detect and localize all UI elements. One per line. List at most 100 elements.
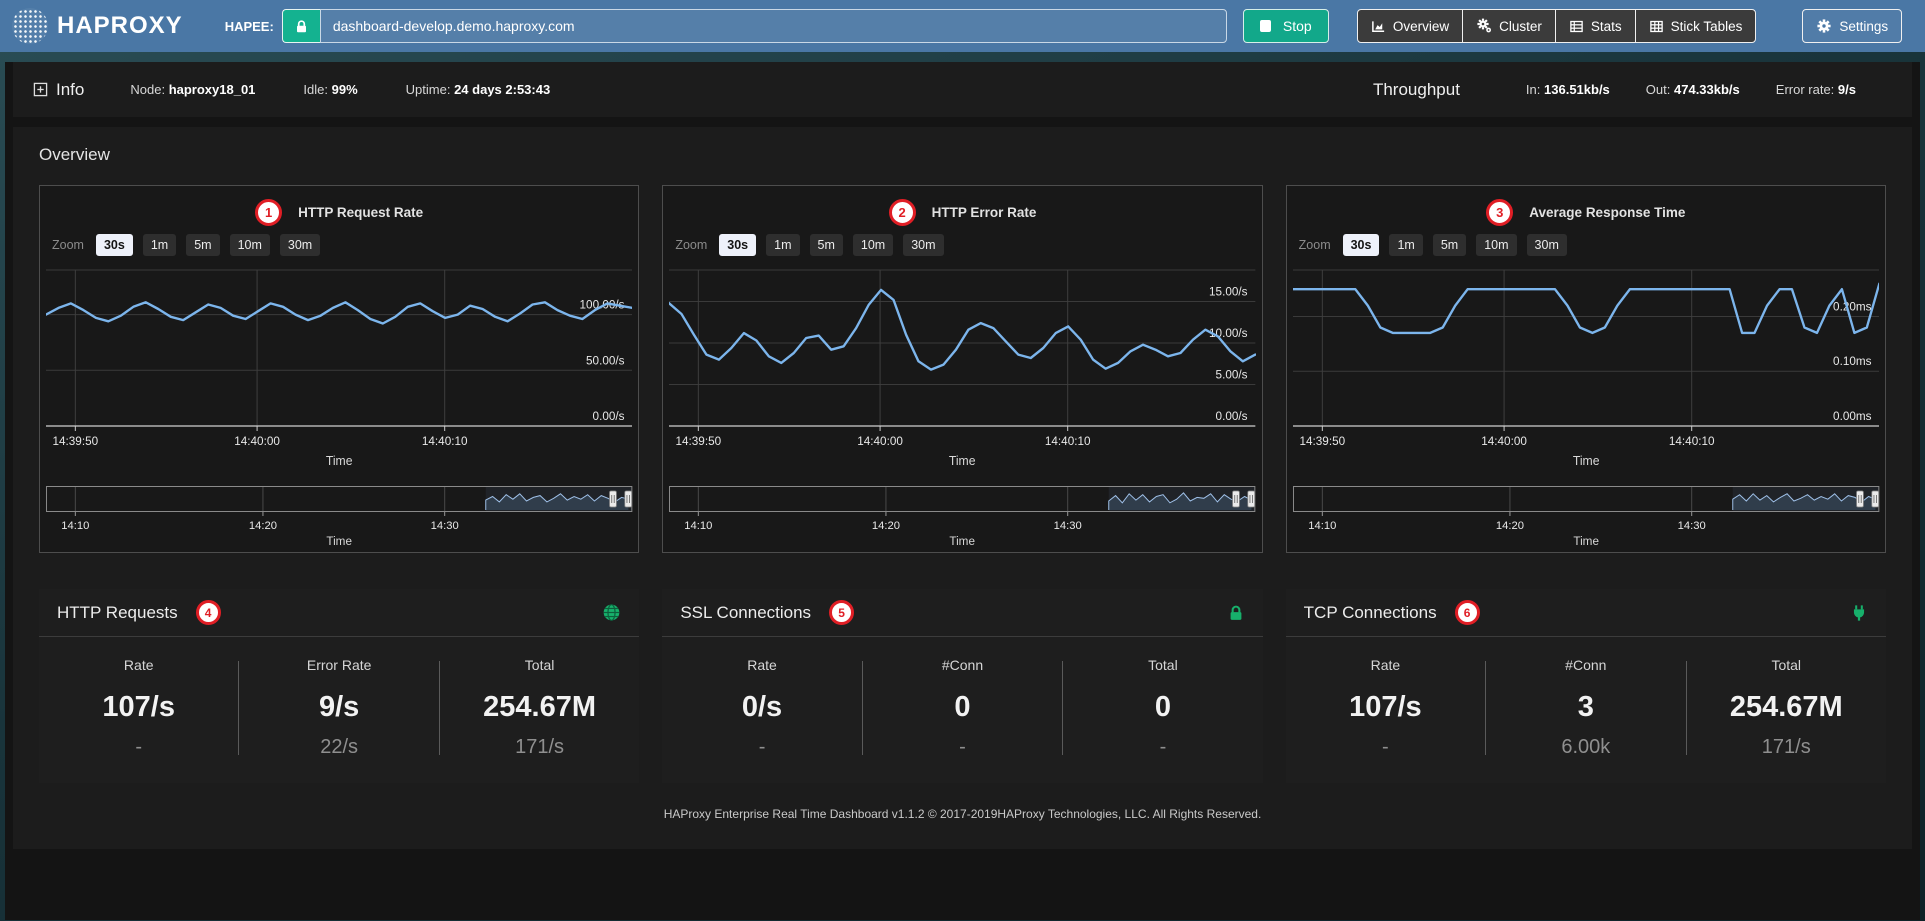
zoom-5m-button[interactable]: 5m [810,234,843,256]
zoom-30m-button[interactable]: 30m [903,234,943,256]
stop-label: Stop [1283,18,1312,34]
error-rate-info: Error rate: 9/s [1776,82,1856,97]
card-tcp-connections: TCP Connections 6 Rate 107/s - #Conn [1286,589,1886,783]
svg-text:0.20ms: 0.20ms [1833,299,1872,313]
zoom-1m-button[interactable]: 1m [143,234,176,256]
zoom-label: Zoom [1299,238,1331,252]
svg-text:Time: Time [949,454,976,468]
zoom-10m-button[interactable]: 10m [230,234,270,256]
gears-icon [1476,18,1492,34]
plug-icon [1850,604,1868,622]
node-info: Node: haproxy18_01 [130,82,255,97]
nav-stick-tables-button[interactable]: Stick Tables [1635,9,1757,43]
nav-overview-button[interactable]: Overview [1357,9,1463,43]
svg-text:Time: Time [1573,534,1599,548]
card-title: HTTP Requests [57,603,178,623]
nav-cluster-button[interactable]: Cluster [1462,9,1556,43]
average-response-time-chart[interactable]: 0.00ms0.10ms0.20ms14:39:5014:40:0014:40:… [1293,266,1879,482]
stat-error-rate: Error Rate 9/s 22/s [239,657,438,759]
svg-text:14:30: 14:30 [1054,520,1082,532]
svg-text:15.00/s: 15.00/s [1209,284,1248,298]
stop-icon [1260,20,1271,32]
throughput-in: In: 136.51kb/s [1526,82,1610,97]
throughput-group: Throughput In: 136.51kb/s Out: 474.33kb/… [1373,80,1892,100]
annotation-badge-4: 4 [196,600,221,625]
zoom-30s-button[interactable]: 30s [719,234,756,256]
uptime-info: Uptime: 24 days 2:53:43 [406,82,551,97]
stat-rate: Rate 107/s - [39,657,238,759]
svg-text:Time: Time [326,534,352,548]
svg-text:14:20: 14:20 [872,520,900,532]
expand-plus-icon [33,82,48,97]
chart-range-navigator[interactable]: 14:10 14:20 14:30 Time [669,486,1255,550]
stat-cards-row: HTTP Requests 4 Rate 107/s - Error Rate [39,589,1886,783]
svg-text:0.00/s: 0.00/s [1216,409,1248,423]
zoom-30m-button[interactable]: 30m [1527,234,1567,256]
page-content: Info Node: haproxy18_01 Idle: 99% Uptime… [5,62,1920,920]
brand-name: HAPROXY [57,12,183,40]
zoom-30s-button[interactable]: 30s [1343,234,1380,256]
svg-text:14:10: 14:10 [61,520,89,532]
svg-text:14:20: 14:20 [1496,520,1524,532]
svg-text:50.00/s: 50.00/s [586,353,625,367]
svg-text:14:40:10: 14:40:10 [1669,434,1715,448]
svg-text:14:39:50: 14:39:50 [1299,434,1345,448]
svg-text:14:40:10: 14:40:10 [422,434,468,448]
info-expander[interactable]: Info [33,80,84,100]
annotation-badge-5: 5 [829,600,854,625]
svg-text:14:40:00: 14:40:00 [234,434,280,448]
nav-stats-button[interactable]: Stats [1555,9,1636,43]
svg-text:Time: Time [950,534,976,548]
svg-text:Time: Time [326,454,353,468]
settings-button[interactable]: Settings [1802,9,1902,43]
http-error-rate-chart[interactable]: 0.00/s 5.00/s 10.00/s 15.00/s 14:39:50 14:40:… [669,266,1255,482]
stat-rate: Rate 107/s - [1286,657,1485,759]
chart-title: HTTP Error Rate [932,205,1037,220]
list-table-icon [1569,19,1584,34]
top-navbar: HAPROXY HAPEE: Stop Overview Cluster [0,0,1925,52]
card-ssl-connections: SSL Connections 5 Rate 0/s - #Conn [662,589,1262,783]
zoom-10m-button[interactable]: 10m [1476,234,1516,256]
zoom-5m-button[interactable]: 5m [186,234,219,256]
svg-text:14:40:00: 14:40:00 [1481,434,1527,448]
svg-text:Time: Time [1572,454,1599,468]
svg-text:14:30: 14:30 [431,520,459,532]
stop-button[interactable]: Stop [1243,9,1329,43]
gear-icon [1816,18,1832,34]
svg-text:0.00/s: 0.00/s [593,409,625,423]
zoom-controls: Zoom 30s 1m 5m 10m 30m [1299,234,1879,256]
svg-text:5.00/s: 5.00/s [1216,367,1248,381]
zoom-30s-button[interactable]: 30s [96,234,133,256]
chart-area-icon [1371,19,1386,34]
zoom-controls: Zoom 30s 1m 5m 10m 30m [675,234,1255,256]
svg-text:14:10: 14:10 [685,520,713,532]
card-title: SSL Connections [680,603,811,623]
svg-text:14:40:00: 14:40:00 [858,434,904,448]
lock-icon [282,9,320,43]
annotation-badge-2: 2 [889,199,916,226]
svg-text:14:10: 14:10 [1308,520,1336,532]
haproxy-logo-icon [12,8,48,44]
chart-panel-http-error-rate: 2 HTTP Error Rate Zoom 30s 1m 5m 10m 30m… [662,185,1262,553]
zoom-1m-button[interactable]: 1m [1389,234,1422,256]
svg-text:14:39:50: 14:39:50 [676,434,722,448]
svg-text:0.00ms: 0.00ms [1833,409,1872,423]
zoom-10m-button[interactable]: 10m [853,234,893,256]
stat-total: Total 254.67M 171/s [1687,657,1886,759]
zoom-30m-button[interactable]: 30m [280,234,320,256]
stat-conn: #Conn 3 6.00k [1486,657,1685,759]
zoom-1m-button[interactable]: 1m [766,234,799,256]
chart-range-navigator[interactable]: 14:1014:2014:30Time [1293,486,1879,550]
globe-icon [602,603,621,622]
svg-text:10.00/s: 10.00/s [1209,326,1248,340]
charts-row: 1 HTTP Request Rate Zoom 30s 1m 5m 10m 3… [39,185,1886,553]
zoom-5m-button[interactable]: 5m [1433,234,1466,256]
chart-title: Average Response Time [1529,205,1685,220]
url-input[interactable] [320,9,1227,43]
throughput-label: Throughput [1373,80,1460,100]
chart-panel-average-response-time: 3 Average Response Time Zoom 30s 1m 5m 1… [1286,185,1886,553]
http-request-rate-chart[interactable]: 0.00/s50.00/s100.00/s14:39:5014:40:0014:… [46,266,632,482]
chart-range-navigator[interactable]: 14:1014:2014:30Time [46,486,632,550]
stat-rate: Rate 0/s - [662,657,861,759]
chart-panel-http-request-rate: 1 HTTP Request Rate Zoom 30s 1m 5m 10m 3… [39,185,639,553]
